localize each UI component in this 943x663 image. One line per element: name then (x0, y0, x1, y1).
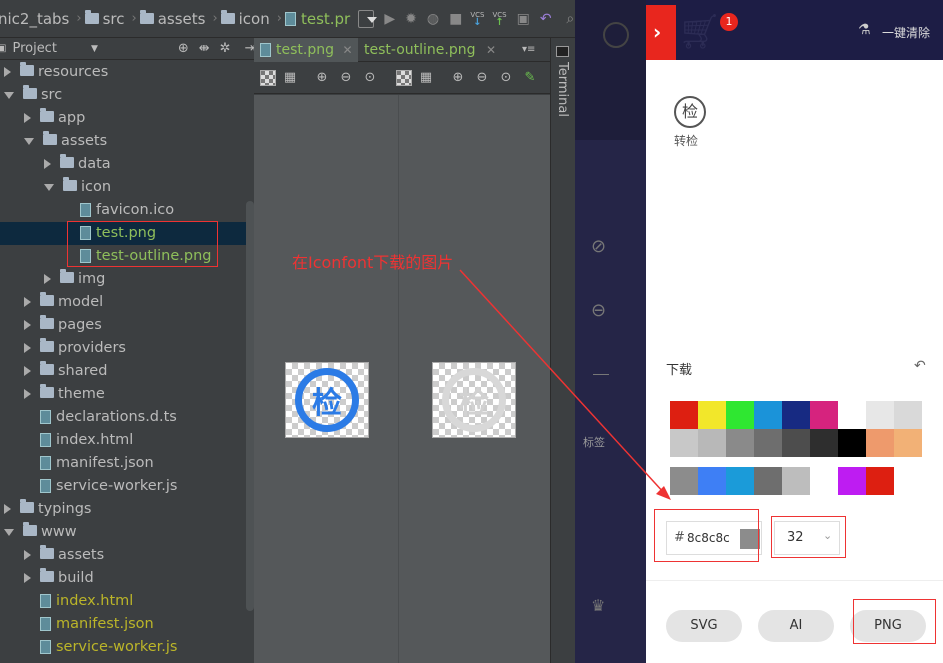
annotation-arrow (459, 269, 671, 500)
